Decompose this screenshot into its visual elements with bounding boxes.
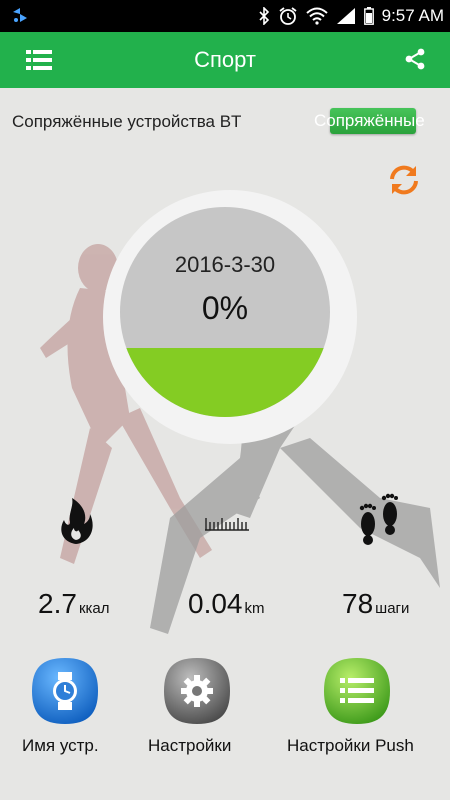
distance-unit: km bbox=[244, 600, 265, 617]
alarm-icon bbox=[279, 7, 297, 25]
app-notification-icon bbox=[13, 8, 27, 22]
calories-stat: 2.7 ккал bbox=[38, 588, 110, 620]
gauge-date: 2016-3-30 bbox=[174, 252, 276, 277]
distance-stat: 0.04 km bbox=[188, 588, 265, 620]
push-settings-button[interactable] bbox=[322, 656, 392, 726]
steps-value: 78 bbox=[342, 588, 374, 619]
status-time: 9:57 AM bbox=[381, 6, 444, 25]
settings-label[interactable]: Настройки bbox=[148, 736, 231, 756]
calories-unit: ккал bbox=[78, 600, 110, 617]
status-bar: 9:57 AM bbox=[0, 0, 450, 32]
footprints-icon bbox=[359, 493, 398, 545]
progress-gauge-fill bbox=[120, 347, 330, 417]
distance-value: 0.04 bbox=[188, 588, 243, 619]
device-name-button[interactable] bbox=[30, 656, 100, 726]
page-title: Спорт bbox=[194, 47, 256, 72]
gauge-percent: 0% bbox=[201, 290, 249, 326]
settings-button[interactable] bbox=[162, 656, 232, 726]
device-name-label[interactable]: Имя устр. bbox=[22, 736, 99, 756]
signal-icon bbox=[336, 8, 355, 24]
steps-stat: 78 шаги bbox=[342, 588, 409, 620]
paired-button-label[interactable]: Сопряжённые bbox=[314, 111, 425, 131]
battery-icon bbox=[363, 7, 374, 25]
push-settings-label[interactable]: Настройки Push bbox=[287, 736, 414, 756]
paired-devices-label: Сопряжённые устройства BT bbox=[12, 112, 242, 131]
calories-value: 2.7 bbox=[38, 588, 77, 619]
share-icon[interactable] bbox=[404, 48, 426, 70]
steps-unit: шаги bbox=[375, 600, 410, 617]
refresh-icon[interactable] bbox=[386, 162, 422, 198]
gear-icon bbox=[181, 675, 213, 707]
ruler-icon bbox=[205, 518, 249, 531]
wifi-icon bbox=[305, 7, 328, 25]
flame-icon bbox=[61, 498, 93, 544]
bluetooth-icon bbox=[259, 7, 269, 25]
app-bar: Спорт bbox=[0, 32, 450, 88]
